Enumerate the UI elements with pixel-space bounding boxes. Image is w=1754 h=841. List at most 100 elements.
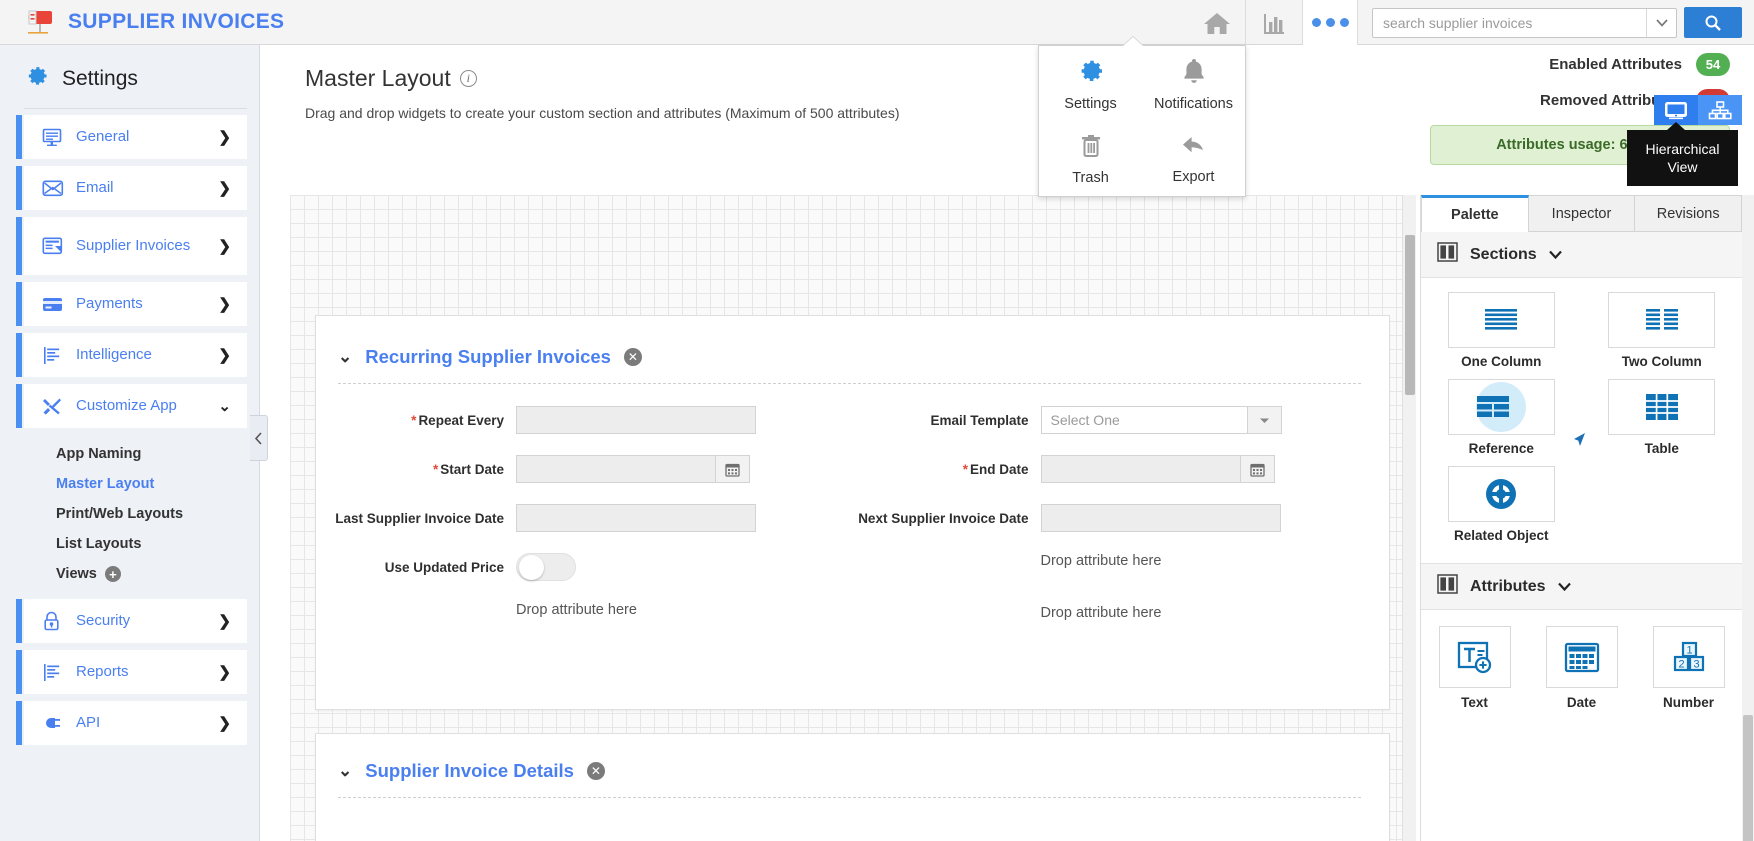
sidebar-item-reports[interactable]: Reports ❯ xyxy=(16,650,247,694)
toggle-knob xyxy=(519,554,544,580)
sidebar-item-email[interactable]: Email ❯ xyxy=(16,166,247,210)
section-header: ⌄ Recurring Supplier Invoices ✕ xyxy=(316,316,1389,368)
chevron-right-icon: ❯ xyxy=(218,238,231,255)
start-date-input[interactable] xyxy=(516,455,716,483)
field-repeat-every: * Repeat Every xyxy=(316,406,841,434)
device-view-icon[interactable] xyxy=(1654,95,1698,125)
attributes-group-header[interactable]: Attributes xyxy=(1421,564,1742,610)
layout-canvas[interactable]: ⌄ Recurring Supplier Invoices ✕ * Repeat … xyxy=(290,195,1416,841)
tab-inspector[interactable]: Inspector xyxy=(1528,195,1636,232)
tab-revisions[interactable]: Revisions xyxy=(1635,195,1743,232)
chevron-right-icon: ❯ xyxy=(218,180,231,197)
search-button[interactable] xyxy=(1684,7,1742,38)
sidebar-item-supplier-invoices[interactable]: Supplier Invoices ❯ xyxy=(16,217,247,275)
sidebar-item-general[interactable]: General ❯ xyxy=(16,115,247,159)
canvas-scrollbar[interactable] xyxy=(1402,195,1416,841)
caret-down-icon[interactable] xyxy=(1247,406,1282,434)
end-date-input[interactable] xyxy=(1040,455,1241,483)
sidebar-subitem-views[interactable]: Views + xyxy=(56,559,259,589)
right-drop-zone-1[interactable]: Drop attribute here xyxy=(841,553,1366,569)
attribute-box[interactable] xyxy=(1438,626,1511,688)
attribute-date[interactable]: Date xyxy=(1545,626,1618,710)
chevron-down-icon[interactable] xyxy=(1548,246,1562,264)
widget-two-column[interactable]: Two Column xyxy=(1582,292,1743,369)
menu-item-trash[interactable]: Trash xyxy=(1039,121,1142,196)
card-icon xyxy=(42,297,68,312)
info-icon[interactable]: i xyxy=(459,70,477,87)
sidebar-item-intelligence[interactable]: Intelligence ❯ xyxy=(16,333,247,377)
sections-group-header[interactable]: Sections xyxy=(1421,232,1742,278)
field-label: * Start Date xyxy=(432,462,504,477)
menu-item-label: Export xyxy=(1172,168,1215,185)
widget-reference[interactable]: Reference xyxy=(1421,379,1585,456)
section-card-supplier-invoice-details[interactable]: ⌄ Supplier Invoice Details ✕ xyxy=(315,733,1390,841)
email-template-select[interactable]: Select One xyxy=(1040,406,1248,434)
related-object-icon xyxy=(1486,479,1517,509)
search-input[interactable] xyxy=(1373,8,1646,37)
calendar-icon[interactable] xyxy=(1240,455,1275,483)
last-supplier-invoice-date-input[interactable] xyxy=(516,504,756,532)
sidebar-item-security[interactable]: Security ❯ xyxy=(16,599,247,643)
sidebar-subitem-print-web-layouts[interactable]: Print/Web Layouts xyxy=(56,499,259,529)
add-view-icon[interactable]: + xyxy=(104,566,121,582)
widget-box[interactable] xyxy=(1447,379,1585,446)
section-title: Supplier Invoice Details xyxy=(365,760,574,781)
panel-scrollbar-thumb[interactable] xyxy=(1743,715,1753,841)
sidebar-item-payments[interactable]: Payments ❯ xyxy=(16,282,247,326)
divider xyxy=(24,108,247,109)
left-drop-zone[interactable]: Drop attribute here xyxy=(316,602,841,618)
sidebar-subitem-app-naming[interactable]: App Naming xyxy=(56,439,259,469)
sidebar-collapse-toggle[interactable] xyxy=(250,415,268,461)
mouse-cursor-icon xyxy=(1573,432,1585,446)
calendar-icon[interactable] xyxy=(716,455,750,483)
chart-icon[interactable] xyxy=(1246,0,1302,45)
widget-one-column[interactable]: One Column xyxy=(1421,292,1582,369)
field-label: Next Supplier Invoice Date xyxy=(858,511,1029,526)
search-box[interactable] xyxy=(1372,7,1677,38)
attribute-text[interactable]: Text xyxy=(1438,626,1511,710)
widget-box[interactable] xyxy=(1447,292,1555,348)
widget-box[interactable] xyxy=(1447,466,1555,522)
menu-item-notifications[interactable]: Notifications xyxy=(1142,46,1245,121)
section-card-recurring-supplier-invoices[interactable]: ⌄ Recurring Supplier Invoices ✕ * Repeat … xyxy=(315,315,1390,710)
brand[interactable]: SUPPLIER INVOICES xyxy=(0,7,284,37)
use-updated-price-toggle[interactable] xyxy=(516,553,576,581)
sidebar-item-label: Supplier Invoices xyxy=(76,237,191,255)
widget-related-object[interactable]: Related Object xyxy=(1421,466,1582,543)
chevron-down-icon[interactable] xyxy=(1557,578,1571,596)
sidebar-subitem-list-layouts[interactable]: List Layouts xyxy=(56,529,259,559)
next-supplier-invoice-date-input[interactable] xyxy=(1040,504,1281,532)
attribute-label: Text xyxy=(1461,695,1488,710)
widget-label: Table xyxy=(1644,441,1679,456)
hierarchical-view-icon[interactable] xyxy=(1698,95,1742,125)
enabled-attributes-row: Enabled Attributes 54 xyxy=(1430,53,1730,76)
more-dots-icon[interactable] xyxy=(1302,0,1358,45)
remove-section-icon[interactable]: ✕ xyxy=(623,348,642,366)
home-icon[interactable] xyxy=(1189,0,1245,45)
remove-section-icon[interactable]: ✕ xyxy=(586,762,605,780)
sidebar-item-api[interactable]: API ❯ xyxy=(16,701,247,745)
menu-item-settings[interactable]: Settings xyxy=(1039,46,1142,121)
right-drop-zone-2[interactable]: Drop attribute here xyxy=(841,605,1366,621)
tab-palette[interactable]: Palette xyxy=(1421,195,1529,232)
panel-scrollbar[interactable] xyxy=(1742,195,1754,841)
repeat-every-input[interactable] xyxy=(516,406,756,434)
brand-title: SUPPLIER INVOICES xyxy=(68,10,285,33)
chevron-down-icon[interactable] xyxy=(1646,8,1676,37)
attribute-box[interactable] xyxy=(1545,626,1618,688)
sidebar-item-label: Customize App xyxy=(76,397,177,415)
customize-app-submenu: App Naming Master Layout Print/Web Layou… xyxy=(0,435,259,599)
chevron-down-icon[interactable]: ⌄ xyxy=(338,347,352,367)
menu-item-export[interactable]: Export xyxy=(1142,121,1245,196)
canvas-scrollbar-thumb[interactable] xyxy=(1405,235,1415,395)
attribute-box[interactable]: 1 2 3 xyxy=(1652,626,1725,688)
chevron-down-icon[interactable]: ⌄ xyxy=(338,761,352,781)
view-mode-toggle xyxy=(1654,95,1742,125)
sidebar-item-customize-app[interactable]: Customize App ⌄ xyxy=(16,384,247,428)
widget-box[interactable] xyxy=(1608,379,1716,435)
widget-box[interactable] xyxy=(1608,292,1716,348)
section-header: ⌄ Supplier Invoice Details ✕ xyxy=(316,734,1389,782)
attribute-number[interactable]: 1 2 3 Number xyxy=(1652,626,1725,710)
widget-table[interactable]: Table xyxy=(1582,379,1743,456)
sidebar-subitem-master-layout[interactable]: Master Layout xyxy=(56,469,259,499)
